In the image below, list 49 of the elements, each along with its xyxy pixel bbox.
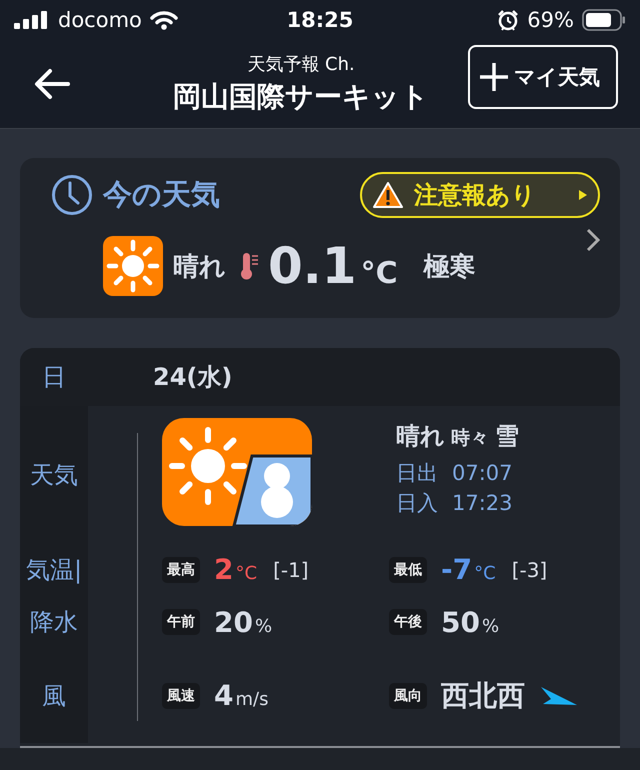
stat-tag: 最低: [389, 556, 427, 582]
section-title: 今の天気: [103, 176, 220, 213]
stat-tag: 最高: [162, 556, 200, 582]
clock-icon: [51, 174, 93, 216]
battery-percent: 69%: [527, 8, 574, 32]
row-label: 天気: [20, 406, 88, 543]
signal-icon: [14, 11, 50, 29]
precipitation-value: 50%: [441, 606, 500, 638]
stat-tag: 午後: [389, 609, 427, 635]
sun-and-snowman-icon: [162, 418, 312, 526]
row-label: 風: [20, 648, 88, 743]
stat-tag: 午前: [162, 609, 200, 635]
weather-summary: 晴れ 時々 雪: [396, 421, 519, 452]
temperature-value: 0.1°C: [268, 237, 398, 295]
back-arrow-icon: [34, 68, 70, 100]
add-favorite-button[interactable]: マイ天気: [468, 45, 618, 109]
weather-text: 晴れ: [173, 250, 226, 284]
location-title: 岡山国際サーキット: [173, 79, 429, 115]
play-icon: [578, 189, 588, 201]
temperature-value: -7°C: [441, 553, 496, 586]
plus-icon: [478, 61, 510, 93]
carrier-name: docomo: [58, 8, 142, 32]
warning-icon: [372, 181, 404, 209]
wind-direction: 西北西: [441, 678, 525, 714]
row-label: 日: [41, 362, 67, 393]
wifi-icon: [150, 10, 178, 30]
stat-tag: 風向: [389, 682, 427, 708]
wind-arrow-icon: [539, 684, 579, 706]
thermometer-icon: [240, 251, 260, 281]
chevron-right-icon: [586, 228, 600, 252]
current-weather-card[interactable]: 今の天気 注意報あり 晴れ 0.1°C 極寒: [20, 158, 620, 318]
feeling-label: 極寒: [424, 250, 476, 284]
app-subtitle: 天気予報 Ch.: [247, 53, 355, 76]
precipitation-value: 20%: [214, 606, 272, 638]
alarm-icon: [497, 9, 520, 31]
stat-tag: 風速: [162, 682, 200, 708]
temperature-value: 2°C: [214, 553, 258, 586]
temperature-difference: [-1]: [273, 558, 309, 582]
row-label: 気温|: [20, 543, 88, 596]
row-label: 降水: [20, 596, 88, 648]
wind-speed: 4 m/s: [214, 679, 268, 712]
clock-time: 18:25: [286, 8, 354, 32]
sun-icon: [103, 236, 163, 296]
temperature-difference: [-3]: [512, 558, 548, 582]
alert-button[interactable]: 注意報あり: [360, 172, 600, 218]
battery-icon: [582, 9, 626, 31]
sunrise-time: 日出 07:07: [396, 460, 514, 487]
date-label: 24(水): [153, 362, 232, 393]
sunset-time: 日入 17:23: [396, 490, 514, 517]
